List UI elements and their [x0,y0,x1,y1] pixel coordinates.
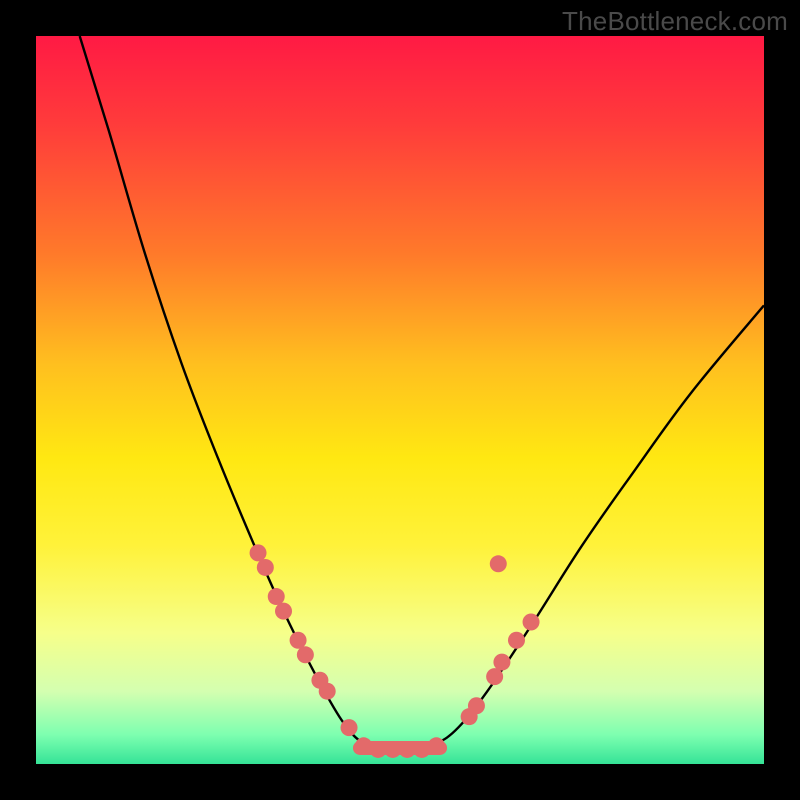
data-dot [290,632,307,649]
data-dot [257,559,274,576]
bottleneck-chart [0,0,800,800]
data-dot [319,683,336,700]
data-dot [297,646,314,663]
data-dot [493,654,510,671]
plot-background [36,36,764,764]
data-dot [490,555,507,572]
data-dot [486,668,503,685]
data-dot [275,603,292,620]
data-dot [508,632,525,649]
data-dot [468,697,485,714]
data-dot [250,544,267,561]
data-dot [341,719,358,736]
watermark-text: TheBottleneck.com [562,6,788,37]
data-dot [268,588,285,605]
chart-frame: TheBottleneck.com [0,0,800,800]
data-dot [523,614,540,631]
